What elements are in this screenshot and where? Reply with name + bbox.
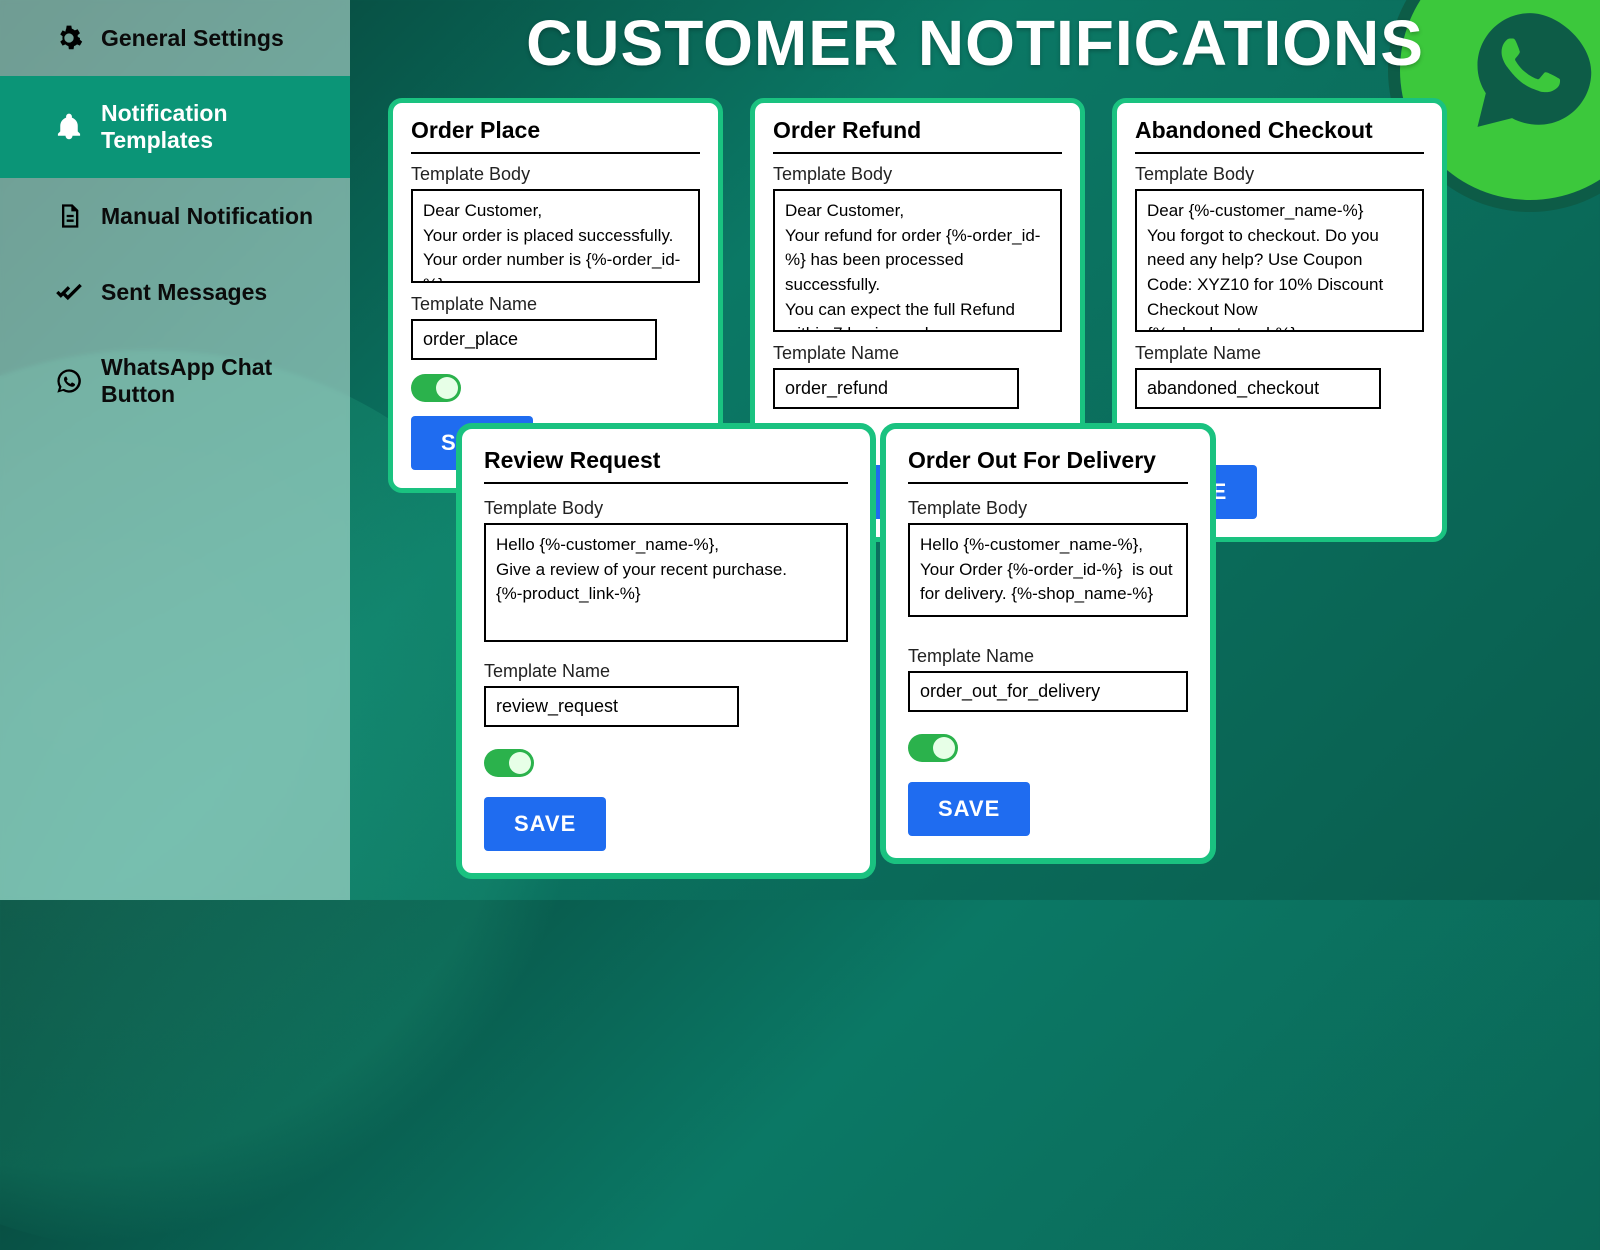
template-name-input[interactable] — [411, 319, 657, 360]
template-body-label: Template Body — [1135, 164, 1424, 185]
card-review-request: Review Request Template Body Template Na… — [456, 423, 876, 879]
template-body-label: Template Body — [484, 498, 848, 519]
card-title: Order Out For Delivery — [908, 447, 1188, 484]
card-order-out-for-delivery: Order Out For Delivery Template Body Tem… — [880, 423, 1216, 864]
gear-icon — [55, 24, 83, 52]
template-body-label: Template Body — [411, 164, 700, 185]
save-button[interactable]: SAVE — [908, 782, 1030, 836]
template-body-label: Template Body — [773, 164, 1062, 185]
template-body-label: Template Body — [908, 498, 1188, 519]
template-body-input[interactable] — [908, 523, 1188, 617]
template-body-input[interactable] — [773, 189, 1062, 332]
sidebar-item-label: Manual Notification — [101, 203, 313, 230]
template-name-input[interactable] — [773, 368, 1019, 409]
template-name-input[interactable] — [908, 671, 1188, 712]
sidebar-item-label: General Settings — [101, 25, 284, 52]
template-name-label: Template Name — [484, 661, 848, 682]
template-name-label: Template Name — [411, 294, 700, 315]
save-button[interactable]: SAVE — [484, 797, 606, 851]
page-title: CUSTOMER NOTIFICATIONS — [350, 6, 1600, 80]
sidebar-item-whatsapp-chat[interactable]: WhatsApp Chat Button — [0, 330, 350, 432]
bell-icon — [55, 113, 83, 141]
sidebar-item-manual-notification[interactable]: Manual Notification — [0, 178, 350, 254]
sidebar-item-label: WhatsApp Chat Button — [101, 354, 320, 408]
sidebar-item-general-settings[interactable]: General Settings — [0, 0, 350, 76]
sidebar-item-label: Notification Templates — [101, 100, 320, 154]
whatsapp-icon — [55, 367, 83, 395]
template-name-input[interactable] — [484, 686, 739, 727]
double-check-icon — [55, 278, 83, 306]
card-title: Abandoned Checkout — [1135, 117, 1424, 154]
template-body-input[interactable] — [484, 523, 848, 642]
sidebar: General Settings Notification Templates … — [0, 0, 350, 900]
document-icon — [55, 202, 83, 230]
sidebar-item-label: Sent Messages — [101, 279, 267, 306]
template-body-input[interactable] — [411, 189, 700, 283]
main-content: CUSTOMER NOTIFICATIONS Order Place Templ… — [350, 0, 1600, 900]
enable-toggle[interactable] — [411, 374, 461, 402]
card-title: Review Request — [484, 447, 848, 484]
template-name-label: Template Name — [773, 343, 1062, 364]
template-name-label: Template Name — [908, 646, 1188, 667]
enable-toggle[interactable] — [908, 734, 958, 762]
template-body-input[interactable] — [1135, 189, 1424, 332]
sidebar-item-sent-messages[interactable]: Sent Messages — [0, 254, 350, 330]
template-name-label: Template Name — [1135, 343, 1424, 364]
card-title: Order Refund — [773, 117, 1062, 154]
template-name-input[interactable] — [1135, 368, 1381, 409]
sidebar-item-notification-templates[interactable]: Notification Templates — [0, 76, 350, 178]
card-title: Order Place — [411, 117, 700, 154]
enable-toggle[interactable] — [484, 749, 534, 777]
